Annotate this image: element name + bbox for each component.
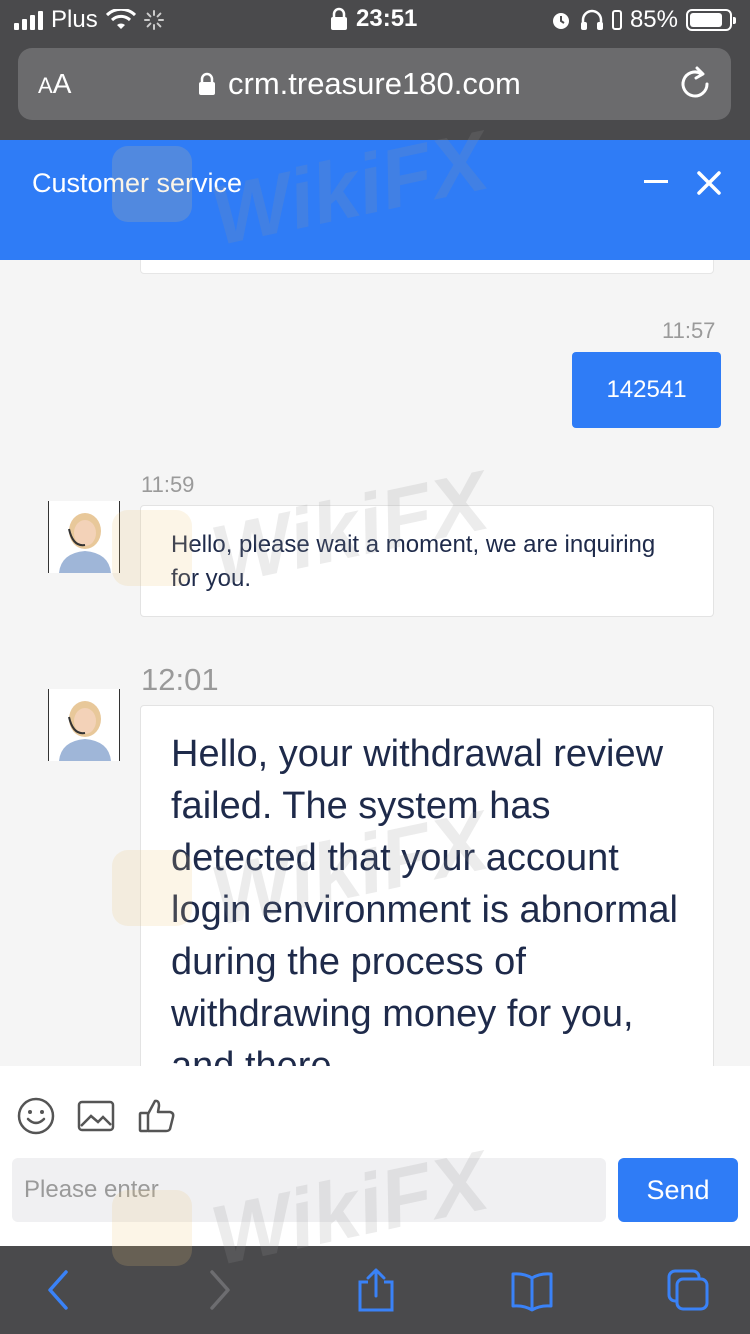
previous-message-bubble (140, 260, 714, 274)
headphones-icon (580, 9, 603, 30)
agent-avatar-image (49, 501, 119, 573)
alarm-icon (552, 13, 569, 29)
back-icon[interactable] (38, 1268, 82, 1312)
message-time: 11:57 (662, 318, 716, 343)
battery-level (690, 13, 723, 27)
chat-header: Customer service (0, 140, 750, 260)
url-display[interactable]: crm.treasure180.com (198, 66, 521, 102)
chat-title: Customer service (32, 168, 243, 198)
signal-icon (14, 10, 43, 30)
loading-spinner-icon (143, 10, 164, 30)
browser-toolbar-top: AA crm.treasure180.com (0, 40, 750, 140)
lock-icon (331, 7, 347, 30)
battery-icon (686, 9, 736, 31)
status-left: Plus (14, 6, 164, 34)
browser-toolbar-bottom (0, 1246, 750, 1334)
chat-messages[interactable]: 11:57 142541 11:59 Hello, please wait a … (0, 260, 750, 1066)
wifi-icon (105, 9, 136, 29)
clock-time: 23:51 (356, 5, 418, 32)
status-right: 85% (550, 6, 736, 34)
share-icon[interactable] (354, 1268, 398, 1312)
text-size-button[interactable]: AA (38, 68, 71, 100)
agent-message-bubble: Hello, please wait a moment, we are inqu… (140, 505, 714, 617)
send-button[interactable]: Send (618, 1158, 738, 1222)
padlock-icon (199, 72, 215, 95)
message-time: 12:01 (141, 662, 219, 697)
bookmarks-icon[interactable] (510, 1268, 554, 1312)
image-icon[interactable] (76, 1096, 116, 1136)
forward-icon[interactable] (196, 1268, 240, 1312)
orientation-lock-icon (611, 10, 622, 30)
status-center: 23:51 (330, 5, 417, 33)
agent-avatar (48, 689, 120, 761)
url-text: crm.treasure180.com (228, 66, 521, 101)
address-bar[interactable]: AA crm.treasure180.com (18, 48, 731, 120)
carrier-label: Plus (51, 6, 98, 33)
agent-avatar-image (49, 689, 119, 761)
agent-message-bubble: Hello, your withdrawal review failed. Th… (140, 705, 714, 1066)
agent-avatar (48, 501, 120, 573)
minimize-button[interactable] (644, 180, 668, 183)
user-message-bubble: 142541 (572, 352, 721, 428)
close-button[interactable] (693, 167, 725, 199)
message-time: 11:59 (141, 472, 195, 497)
thumbs-up-icon[interactable] (137, 1096, 177, 1136)
status-bar: Plus 23:51 85% (0, 0, 750, 40)
battery-percent: 85% (629, 6, 678, 33)
tabs-icon[interactable] (666, 1268, 710, 1312)
message-input[interactable] (12, 1158, 606, 1222)
emoji-icon[interactable] (16, 1096, 56, 1136)
chat-input-area: Send (0, 1066, 750, 1246)
reload-icon[interactable] (677, 66, 713, 102)
